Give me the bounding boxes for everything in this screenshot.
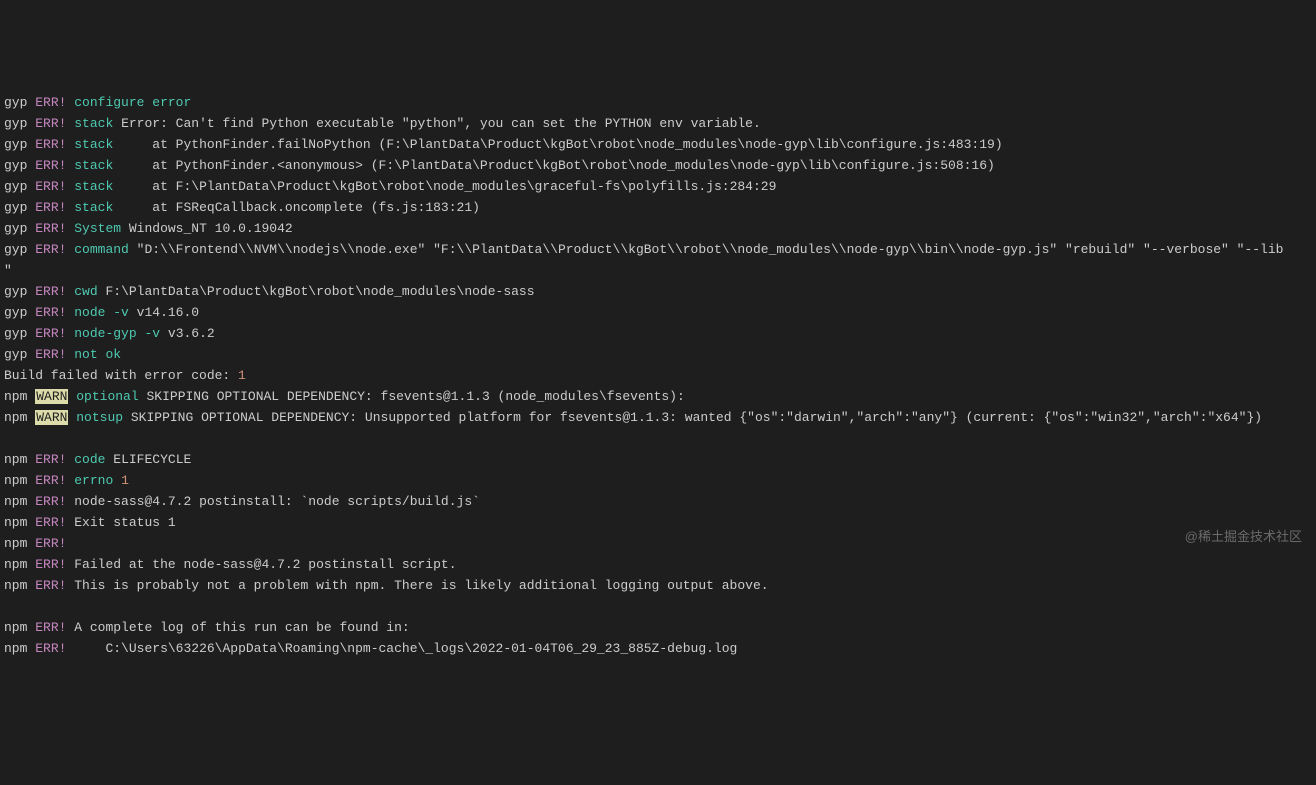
log-line: npm ERR! This is probably not a problem …	[4, 575, 1312, 596]
log-message: This is probably not a problem with npm.…	[74, 578, 768, 593]
log-line: npm ERR! A complete log of this run can …	[4, 617, 1312, 638]
log-line: npm WARN optional SKIPPING OPTIONAL DEPE…	[4, 386, 1312, 407]
log-line: "	[4, 260, 1312, 281]
error-level: ERR!	[35, 158, 66, 173]
log-line: npm ERR! errno 1	[4, 470, 1312, 491]
log-message: C:\Users\63226\AppData\Roaming\npm-cache…	[74, 641, 737, 656]
log-tag: not ok	[74, 347, 121, 362]
log-message: at FSReqCallback.oncomplete (fs.js:183:2…	[121, 200, 480, 215]
error-level: ERR!	[35, 137, 66, 152]
log-line: npm ERR! C:\Users\63226\AppData\Roaming\…	[4, 638, 1312, 659]
log-message: node-sass@4.7.2 postinstall: `node scrip…	[74, 494, 480, 509]
error-level: ERR!	[35, 347, 66, 362]
log-line: gyp ERR! stack Error: Can't find Python …	[4, 113, 1312, 134]
log-line: gyp ERR! configure error	[4, 92, 1312, 113]
watermark: @稀土掘金技术社区	[1185, 526, 1302, 547]
log-line: npm ERR! node-sass@4.7.2 postinstall: `n…	[4, 491, 1312, 512]
log-line: npm ERR!	[4, 533, 1312, 554]
log-message: v3.6.2	[168, 326, 215, 341]
error-level: ERR!	[35, 578, 66, 593]
log-message: A complete log of this run can be found …	[74, 620, 409, 635]
log-line: gyp ERR! command "D:\\Frontend\\NVM\\nod…	[4, 239, 1312, 260]
log-message: Exit status 1	[74, 515, 175, 530]
log-tag: code	[74, 452, 105, 467]
log-message: Error: Can't find Python executable "pyt…	[121, 116, 761, 131]
log-tag: configure error	[74, 95, 191, 110]
log-tag: stack	[74, 137, 113, 152]
warn-level: WARN	[35, 410, 68, 425]
terminal-output: gyp ERR! configure error gyp ERR! stack …	[4, 92, 1312, 659]
error-level: ERR!	[35, 221, 66, 236]
log-message: at PythonFinder.<anonymous> (F:\PlantDat…	[121, 158, 995, 173]
log-line: npm ERR! Failed at the node-sass@4.7.2 p…	[4, 554, 1312, 575]
log-line: npm ERR! Exit status 1	[4, 512, 1312, 533]
error-level: ERR!	[35, 641, 66, 656]
log-tag: stack	[74, 158, 113, 173]
log-line: gyp ERR! stack at PythonFinder.<anonymou…	[4, 155, 1312, 176]
error-level: ERR!	[35, 473, 66, 488]
log-line: npm WARN notsup SKIPPING OPTIONAL DEPEND…	[4, 407, 1312, 428]
log-tag: notsup	[76, 410, 123, 425]
log-message: SKIPPING OPTIONAL DEPENDENCY: Unsupporte…	[131, 410, 1262, 425]
error-level: ERR!	[35, 179, 66, 194]
log-line	[4, 596, 1312, 617]
log-line: gyp ERR! not ok	[4, 344, 1312, 365]
log-tag: stack	[74, 116, 113, 131]
log-message: at PythonFinder.failNoPython (F:\PlantDa…	[121, 137, 1003, 152]
log-tag: node-gyp -v	[74, 326, 160, 341]
log-message: SKIPPING OPTIONAL DEPENDENCY: fsevents@1…	[146, 389, 684, 404]
error-level: ERR!	[35, 494, 66, 509]
log-line: gyp ERR! node-gyp -v v3.6.2	[4, 323, 1312, 344]
error-level: ERR!	[35, 515, 66, 530]
log-tag: System	[74, 221, 121, 236]
log-line: Build failed with error code: 1	[4, 365, 1312, 386]
log-tag: stack	[74, 200, 113, 215]
log-line: gyp ERR! stack at FSReqCallback.oncomple…	[4, 197, 1312, 218]
error-level: ERR!	[35, 620, 66, 635]
log-message: ELIFECYCLE	[113, 452, 191, 467]
error-level: ERR!	[35, 95, 66, 110]
log-line: gyp ERR! System Windows_NT 10.0.19042	[4, 218, 1312, 239]
log-tag: stack	[74, 179, 113, 194]
log-line: gyp ERR! cwd F:\PlantData\Product\kgBot\…	[4, 281, 1312, 302]
error-level: ERR!	[35, 536, 66, 551]
log-message: at F:\PlantData\Product\kgBot\robot\node…	[121, 179, 776, 194]
error-level: ERR!	[35, 305, 66, 320]
log-line: gyp ERR! stack at F:\PlantData\Product\k…	[4, 176, 1312, 197]
error-level: ERR!	[35, 116, 66, 131]
error-level: ERR!	[35, 200, 66, 215]
log-line	[4, 428, 1312, 449]
warn-level: WARN	[35, 389, 68, 404]
log-line: gyp ERR! node -v v14.16.0	[4, 302, 1312, 323]
log-message: Failed at the node-sass@4.7.2 postinstal…	[74, 557, 456, 572]
log-message: v14.16.0	[137, 305, 199, 320]
error-level: ERR!	[35, 452, 66, 467]
log-tag: errno	[74, 473, 113, 488]
log-tag: optional	[76, 389, 138, 404]
error-level: ERR!	[35, 284, 66, 299]
error-level: ERR!	[35, 557, 66, 572]
log-line: npm ERR! code ELIFECYCLE	[4, 449, 1312, 470]
error-level: ERR!	[35, 242, 66, 257]
log-message: F:\PlantData\Product\kgBot\robot\node_mo…	[105, 284, 534, 299]
log-message: Windows_NT 10.0.19042	[129, 221, 293, 236]
log-tag: cwd	[74, 284, 97, 299]
error-level: ERR!	[35, 326, 66, 341]
log-message: "D:\\Frontend\\NVM\\nodejs\\node.exe" "F…	[137, 242, 1284, 257]
log-line: gyp ERR! stack at PythonFinder.failNoPyt…	[4, 134, 1312, 155]
log-tag: node -v	[74, 305, 129, 320]
log-tag: command	[74, 242, 129, 257]
